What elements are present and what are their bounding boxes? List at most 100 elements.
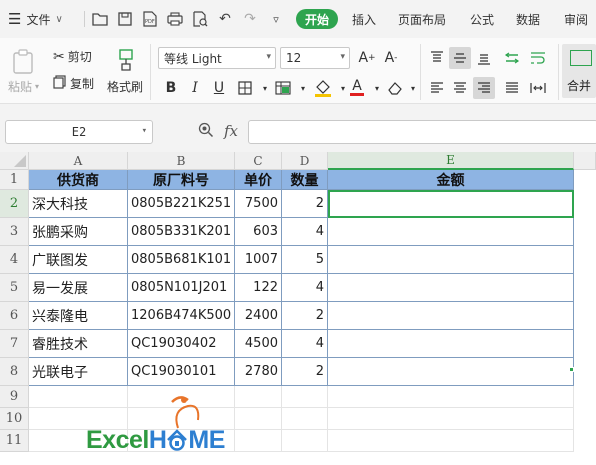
column-header-c[interactable]: C [235,152,282,170]
cell-d11[interactable] [282,430,328,452]
cell-c7[interactable]: 4500 [235,330,282,358]
file-menu[interactable]: ☰ 文件 ∨ [8,0,63,38]
cell-e1[interactable]: 金额 [328,170,574,190]
cell-e8[interactable] [328,358,574,386]
print-preview-icon[interactable] [190,9,210,29]
row-header-10[interactable]: 10 [0,408,29,430]
merge-cells-button[interactable]: 合并 [562,44,596,98]
align-right-icon[interactable] [473,77,495,99]
distribute-icon[interactable] [527,77,549,99]
font-size-select[interactable]: 12 ▾ [280,47,350,69]
row-header-4[interactable]: 4 [0,246,29,274]
row-header-1[interactable]: 1 [0,170,29,190]
cell-c2[interactable]: 7500 [235,190,282,218]
fill-handle[interactable] [569,367,574,372]
cell-d2[interactable]: 2 [282,190,328,218]
cell-style-icon[interactable] [272,77,294,99]
orientation-icon[interactable] [501,47,523,69]
cell-c6[interactable]: 2400 [235,302,282,330]
column-header-blank[interactable] [574,152,596,170]
export-pdf-icon[interactable]: PDF [140,9,160,29]
cell-e5[interactable] [328,274,574,302]
cell-e11[interactable] [328,430,574,452]
cell-d4[interactable]: 5 [282,246,328,274]
cell-b1[interactable]: 原厂料号 [128,170,235,190]
cell-c9[interactable] [235,386,282,408]
row-header-7[interactable]: 7 [0,330,29,358]
cell-b6[interactable]: 1206B474K500 [128,302,235,330]
cell-e7[interactable] [328,330,574,358]
cell-c1[interactable]: 单价 [235,170,282,190]
paste-icon[interactable] [10,48,36,76]
cell-d3[interactable]: 4 [282,218,328,246]
cell-e6[interactable] [328,302,574,330]
format-painter-icon[interactable] [114,46,138,74]
align-middle-icon[interactable] [449,47,471,69]
chevron-down-icon[interactable]: ▾ [292,77,314,99]
font-color-icon[interactable]: A [346,76,368,98]
column-header-d[interactable]: D [282,152,328,170]
insert-function-label[interactable]: fx [224,122,238,140]
cell-d7[interactable]: 4 [282,330,328,358]
cell-b5[interactable]: 0805N101J201 [128,274,235,302]
borders-icon[interactable] [234,77,256,99]
cell-a4[interactable]: 广联图发 [29,246,128,274]
cut-button[interactable]: ✂ 剪切 [53,48,92,65]
cell-b2[interactable]: 0805B221K251 [128,190,235,218]
cell-a6[interactable]: 兴泰隆电 [29,302,128,330]
select-all-corner[interactable] [0,152,29,170]
column-header-a[interactable]: A [29,152,128,170]
cell-e2[interactable] [328,190,574,218]
tab-review[interactable]: 审阅 [564,0,588,38]
paste-button[interactable]: 粘贴 ▾ [8,78,39,95]
column-header-b[interactable]: B [128,152,235,170]
cell-d10[interactable] [282,408,328,430]
cell-d1[interactable]: 数量 [282,170,328,190]
row-header-6[interactable]: 6 [0,302,29,330]
align-left-icon[interactable] [426,77,448,99]
cell-c3[interactable]: 603 [235,218,282,246]
tab-formulas[interactable]: 公式 [470,0,494,38]
align-top-icon[interactable] [426,47,448,69]
row-header-2[interactable]: 2 [0,190,29,218]
cell-c5[interactable]: 122 [235,274,282,302]
cell-e10[interactable] [328,408,574,430]
cell-c8[interactable]: 2780 [235,358,282,386]
format-painter-label[interactable]: 格式刷 [107,78,143,95]
justify-icon[interactable] [501,77,523,99]
quick-access-dropdown-icon[interactable]: ▿ [266,9,286,29]
tab-home[interactable]: 开始 [296,9,338,29]
fill-color-icon[interactable] [312,77,334,99]
cell-b4[interactable]: 0805B681K101 [128,246,235,274]
undo-icon[interactable]: ↶ [215,9,235,29]
row-header-9[interactable]: 9 [0,386,29,408]
cell-a1[interactable]: 供货商 [29,170,128,190]
open-folder-icon[interactable] [90,9,110,29]
cell-a5[interactable]: 易一发展 [29,274,128,302]
font-name-select[interactable]: 等线 Light ▾ [158,47,276,69]
cell-c4[interactable]: 1007 [235,246,282,274]
cell-a8[interactable]: 光联电子 [29,358,128,386]
cell-e9[interactable] [328,386,574,408]
cell-d9[interactable] [282,386,328,408]
align-center-icon[interactable] [449,77,471,99]
cell-c11[interactable] [235,430,282,452]
row-header-5[interactable]: 5 [0,274,29,302]
tab-insert[interactable]: 插入 [352,0,376,38]
decrease-font-size-icon[interactable]: A- [380,47,402,69]
row-header-3[interactable]: 3 [0,218,29,246]
cell-d6[interactable]: 2 [282,302,328,330]
copy-button[interactable]: 复制 [53,75,94,92]
cell-a3[interactable]: 张鹏采购 [29,218,128,246]
save-icon[interactable] [115,9,135,29]
cell-a7[interactable]: 睿胜技术 [29,330,128,358]
bold-icon[interactable]: B [160,77,182,99]
tab-data[interactable]: 数据 [516,0,540,38]
increase-font-size-icon[interactable]: A + [356,47,378,69]
column-header-e[interactable]: E [328,152,574,170]
cell-c10[interactable] [235,408,282,430]
align-bottom-icon[interactable] [473,47,495,69]
underline-icon[interactable]: U [208,77,230,99]
formula-input[interactable] [248,120,596,144]
print-icon[interactable] [165,9,185,29]
